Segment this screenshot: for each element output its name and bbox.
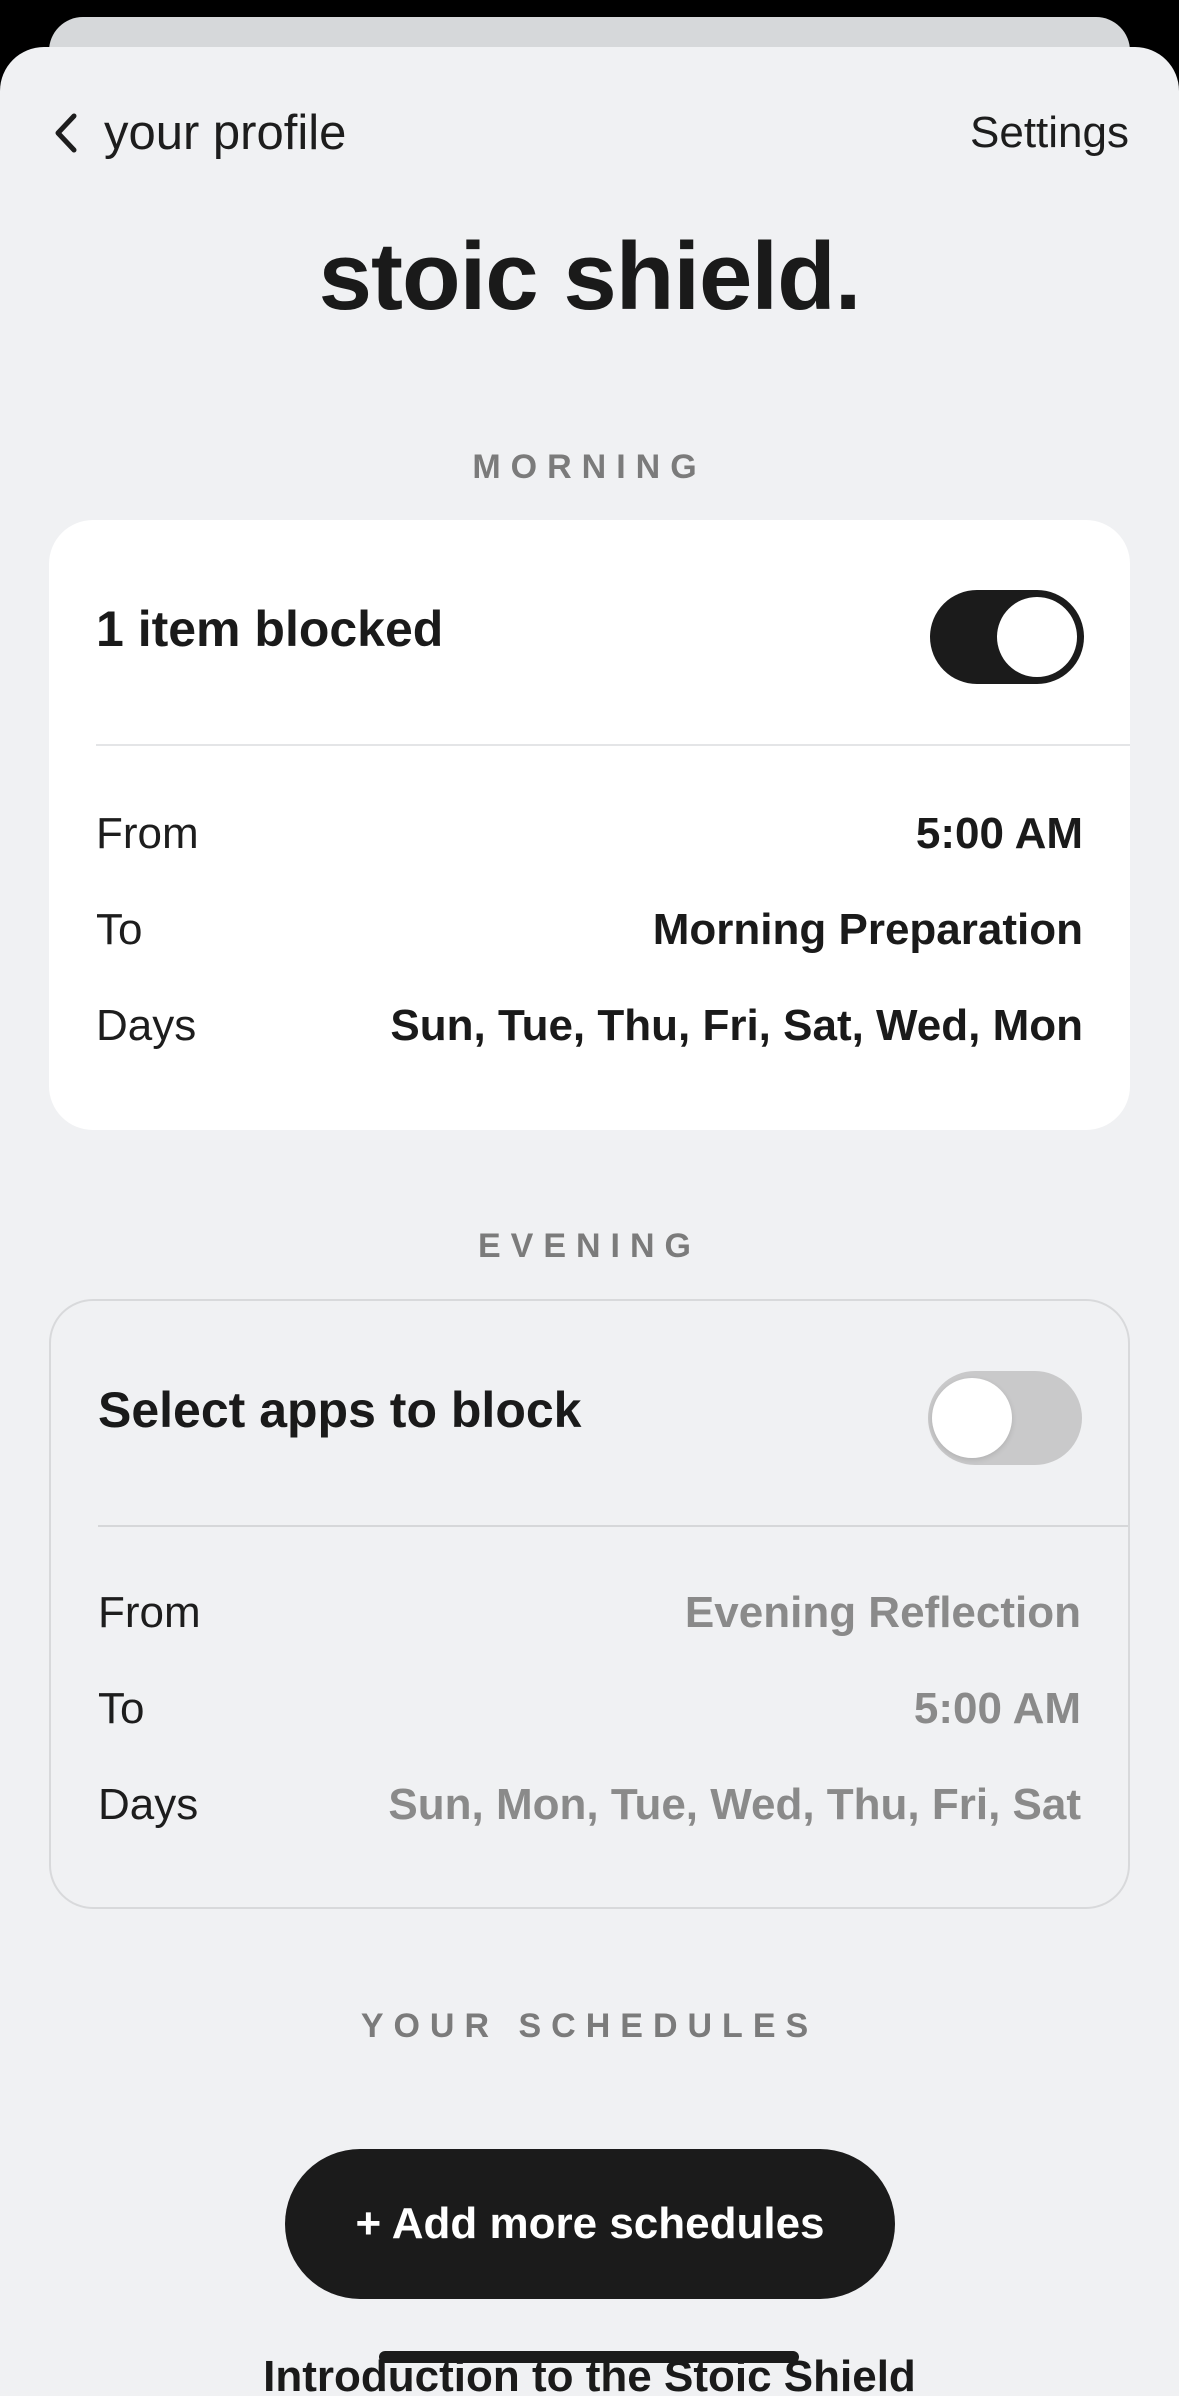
row-label: To xyxy=(98,1684,145,1733)
row-label: From xyxy=(96,809,199,858)
to-row[interactable]: To 5:00 AM xyxy=(98,1679,1081,1739)
row-label: To xyxy=(96,905,143,954)
page-title: stoic shield. xyxy=(318,223,862,330)
morning-toggle[interactable] xyxy=(930,590,1084,684)
top-nav: your profile Settings xyxy=(0,47,1179,217)
section-label-morning: MORNING xyxy=(472,448,707,486)
row-label: From xyxy=(98,1588,201,1637)
days-row[interactable]: Days Sun, Tue, Thu, Fri, Sat, Wed, Mon xyxy=(96,996,1083,1056)
home-indicator xyxy=(379,2351,799,2363)
row-value: 5:00 AM xyxy=(915,809,1083,858)
divider xyxy=(96,744,1130,746)
row-value: Sun, Mon, Tue, Wed, Thu, Fri, Sat xyxy=(388,1780,1081,1829)
row-label: Days xyxy=(98,1780,199,1829)
settings-link[interactable]: Settings xyxy=(970,103,1129,163)
days-row[interactable]: Days Sun, Mon, Tue, Wed, Thu, Fri, Sat xyxy=(98,1775,1081,1835)
row-value: Sun, Tue, Thu, Fri, Sat, Wed, Mon xyxy=(390,1001,1083,1050)
row-value: Morning Preparation xyxy=(652,905,1083,954)
card-header: 1 item blocked xyxy=(49,520,1130,745)
row-label: Days xyxy=(96,1001,197,1050)
to-row[interactable]: To Morning Preparation xyxy=(96,900,1083,960)
back-button-label: your profile xyxy=(104,106,347,160)
from-row[interactable]: From Evening Reflection xyxy=(98,1583,1081,1643)
add-schedules-button[interactable]: + Add more schedules xyxy=(285,2149,895,2299)
back-button[interactable]: your profile xyxy=(48,103,346,163)
section-label-evening: EVENING xyxy=(477,1227,702,1265)
select-apps-prompt[interactable]: Select apps to block xyxy=(98,1381,581,1439)
chevron-left-icon xyxy=(55,113,77,153)
toggle-knob xyxy=(932,1378,1012,1458)
toggle-knob xyxy=(997,597,1077,677)
card-header: Select apps to block xyxy=(51,1301,1128,1526)
divider xyxy=(98,1525,1128,1527)
row-value: 5:00 AM xyxy=(913,1684,1081,1733)
section-label-schedules: YOUR SCHEDULES xyxy=(360,2007,819,2045)
blocked-items-summary[interactable]: 1 item blocked xyxy=(96,600,443,658)
row-value: Evening Reflection xyxy=(684,1588,1081,1637)
evening-schedule-card[interactable]: Select apps to block From Evening Reflec… xyxy=(49,1299,1130,1909)
from-row[interactable]: From 5:00 AM xyxy=(96,804,1083,864)
modal-sheet: your profile Settings stoic shield. MORN… xyxy=(0,47,1179,2396)
morning-schedule-card[interactable]: 1 item blocked From 5:00 AM To Morning P… xyxy=(49,520,1130,1130)
evening-toggle[interactable] xyxy=(928,1371,1082,1465)
